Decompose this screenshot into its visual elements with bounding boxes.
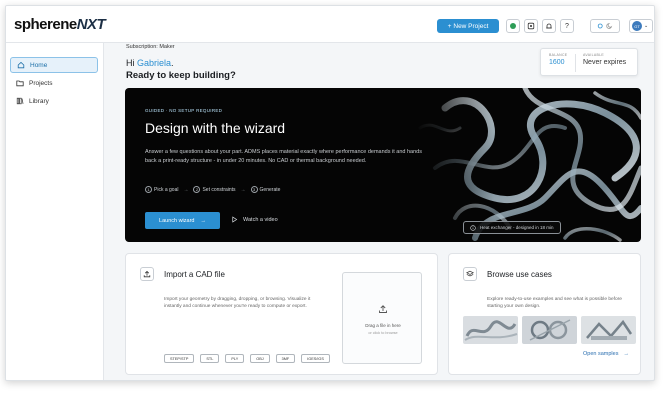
library-icon: [16, 97, 24, 105]
new-project-button[interactable]: + New Project: [437, 19, 499, 33]
divider: [575, 54, 576, 72]
theme-toggle[interactable]: [590, 19, 620, 33]
layers-icon-box: [463, 267, 477, 281]
format-list: STEP/STP STL PLY OBJ 3MF IGES/IGS: [164, 354, 330, 363]
sample-thumbnail[interactable]: [522, 316, 577, 344]
upload-icon-box: [140, 267, 154, 281]
page-title: Ready to keep building?: [126, 70, 236, 81]
play-icon: [232, 216, 238, 223]
import-card-title: Import a CAD file: [164, 270, 225, 279]
avatar-icon: GT: [632, 21, 642, 31]
step-1: 1 Pick a goal: [145, 186, 178, 193]
render-caption: Heat exchanger - designed in 18 min: [463, 221, 561, 234]
app-logo[interactable]: sphereneNXT: [14, 16, 106, 33]
top-bar: sphereneNXT + New Project ? GT ⌄: [6, 6, 654, 43]
step-2: 2 Set constraints: [193, 186, 236, 193]
info-icon: [470, 224, 476, 231]
sidebar: Home Projects Library: [6, 43, 104, 380]
theme-toggle-icon: [597, 23, 613, 29]
format-badge: PLY: [225, 354, 245, 363]
balance-value: 1600: [549, 59, 565, 66]
help-icon: ?: [565, 22, 569, 30]
plus-icon: +: [447, 22, 452, 30]
launch-wizard-button[interactable]: Launch wizard →: [145, 212, 220, 229]
balance-label: BALANCE: [549, 53, 568, 57]
open-samples-link[interactable]: Open samples →: [583, 351, 629, 357]
sidebar-item-library[interactable]: Library: [10, 93, 98, 109]
folder-icon: [16, 80, 24, 87]
available-label: AVAILABLE: [583, 53, 605, 57]
wizard-title: Design with the wizard: [145, 120, 286, 136]
puzzle-icon: [527, 22, 535, 30]
layers-icon: [466, 270, 474, 277]
status-button[interactable]: [506, 19, 520, 33]
arrow-right-icon: →: [200, 217, 206, 224]
arrow-right-icon: →: [183, 186, 189, 193]
format-badge: IGES/IGS: [301, 354, 330, 363]
plugins-button[interactable]: [524, 19, 538, 33]
import-cad-card: Import a CAD file Import your geometry b…: [125, 253, 438, 375]
watch-video-link[interactable]: Watch a video: [231, 216, 278, 223]
browse-card-title: Browse use cases: [487, 270, 552, 279]
notifications-button[interactable]: [542, 19, 556, 33]
wizard-description: Answer a few questions about your part. …: [145, 149, 422, 164]
chevron-down-icon: ⌄: [644, 23, 649, 29]
sidebar-item-projects[interactable]: Projects: [10, 75, 98, 91]
help-button[interactable]: ?: [560, 19, 574, 33]
file-dropzone[interactable]: Drag a file in here or click to browse: [342, 272, 422, 364]
upload-icon: [379, 305, 387, 313]
wizard-hero: GUIDED · NO SETUP REQUIRED Design with t…: [125, 88, 641, 242]
lattice-render-image: [415, 88, 641, 242]
format-badge: STEP/STP: [164, 354, 195, 363]
available-value: Never expires: [583, 59, 627, 66]
bell-icon: [546, 23, 552, 29]
arrow-right-icon: →: [623, 351, 629, 357]
format-badge: OBJ: [250, 354, 270, 363]
user-name: Gabriela: [137, 58, 172, 68]
format-badge: STL: [200, 354, 220, 363]
arrow-right-icon: →: [240, 186, 246, 193]
browse-use-cases-card: Browse use cases Explore ready-to-use ex…: [448, 253, 641, 375]
app-window: sphereneNXT + New Project ? GT ⌄ Home Pr…: [5, 5, 655, 381]
user-menu[interactable]: GT ⌄: [629, 19, 653, 33]
status-dot-icon: [510, 23, 516, 29]
balance-panel: BALANCE 1600 AVAILABLE Never expires: [540, 48, 638, 76]
format-badge: 3MF: [275, 354, 296, 363]
upload-icon: [143, 270, 151, 278]
sample-thumbnail[interactable]: [581, 316, 636, 344]
wizard-tag: GUIDED · NO SETUP REQUIRED: [145, 108, 223, 113]
dropzone-text: Drag a file in here or click to browse: [365, 323, 401, 335]
greeting: Hi Gabriela.: [126, 58, 174, 68]
sample-thumbnail[interactable]: [463, 316, 518, 344]
browse-card-description: Explore ready-to-use examples and see wh…: [487, 297, 622, 309]
sidebar-item-home[interactable]: Home: [10, 57, 98, 73]
wizard-steps: 1 Pick a goal → 2 Set constraints → 3 Gener…: [145, 186, 280, 193]
home-icon: [17, 61, 25, 69]
sample-thumbnails: [463, 316, 636, 344]
step-3: 3 Generate: [250, 186, 280, 193]
subscription-label: Subscription: Maker: [126, 44, 175, 50]
import-card-description: Import your geometry by dragging, droppi…: [164, 297, 311, 309]
